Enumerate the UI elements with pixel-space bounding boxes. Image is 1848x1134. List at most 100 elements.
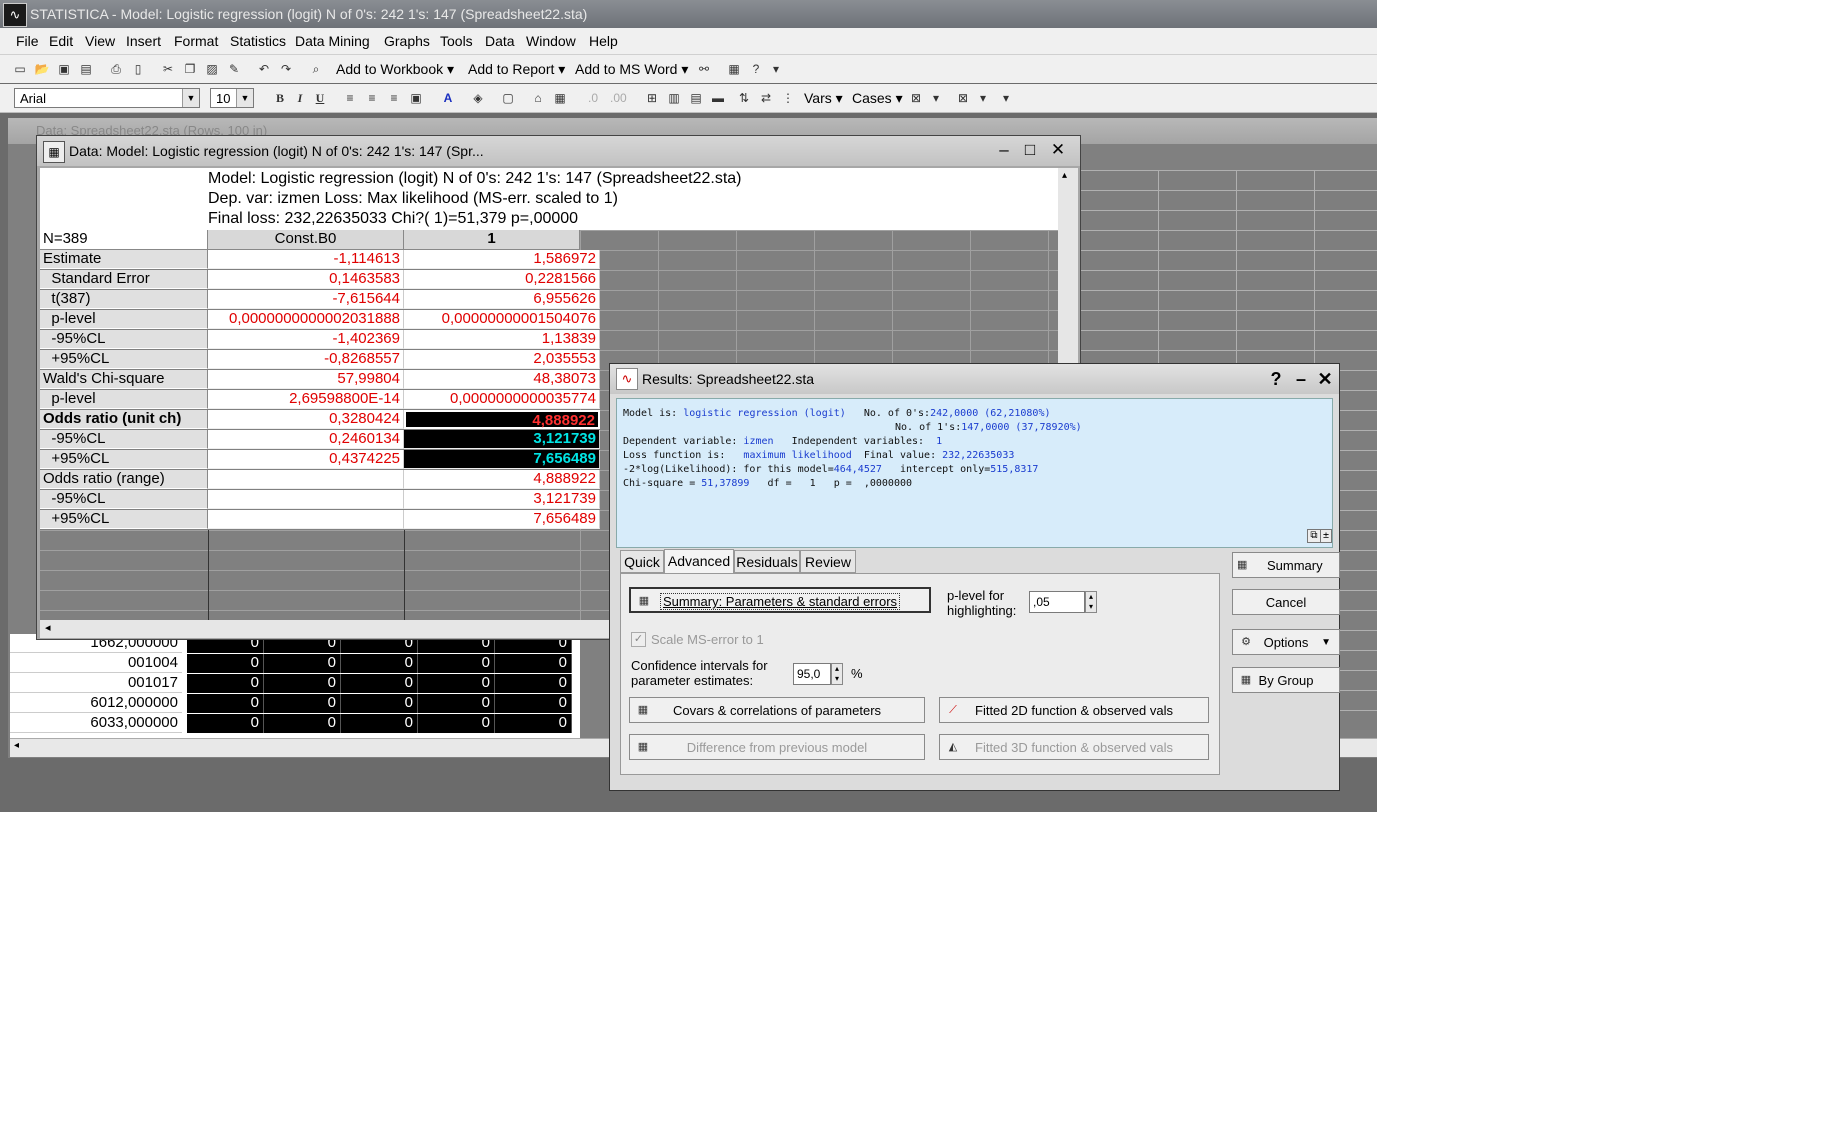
summary-parameters-button[interactable]: ▦ Summary: Parameters & standard errors bbox=[629, 587, 931, 613]
decimals2-icon[interactable]: .00 bbox=[610, 90, 627, 106]
cell[interactable]: 4,888922 bbox=[404, 470, 600, 489]
merge-icon[interactable]: ▣ bbox=[408, 90, 424, 106]
cell[interactable]: 0 bbox=[264, 714, 341, 733]
cell[interactable]: 0,3280424 bbox=[208, 410, 404, 429]
maximize-icon[interactable]: □ bbox=[1019, 140, 1041, 160]
cut-icon[interactable]: ✂ bbox=[160, 61, 176, 77]
align-right-icon[interactable]: ≡ bbox=[386, 90, 402, 106]
cell[interactable]: 0,0000000000002031888 bbox=[208, 310, 404, 329]
rows-icon[interactable]: ▤ bbox=[688, 90, 704, 106]
cell[interactable]: 0 bbox=[264, 674, 341, 693]
cell[interactable] bbox=[208, 510, 404, 529]
books-icon[interactable]: ▦ bbox=[726, 61, 742, 77]
cell[interactable]: 0 bbox=[341, 714, 418, 733]
cell[interactable]: 0 bbox=[187, 654, 264, 673]
tab-review[interactable]: Review bbox=[800, 550, 856, 573]
cell[interactable]: -0,8268557 bbox=[208, 350, 404, 369]
cell[interactable]: 0 bbox=[495, 654, 572, 673]
plevel-stepper[interactable]: ▴ ▾ bbox=[1085, 591, 1097, 613]
by-group-button[interactable]: ▦ By Group bbox=[1232, 667, 1340, 693]
cell[interactable]: 0 bbox=[341, 674, 418, 693]
cell[interactable]: -1,402369 bbox=[208, 330, 404, 349]
menu-file[interactable]: File bbox=[16, 33, 39, 49]
cell[interactable]: 0,00000000001504076 bbox=[404, 310, 600, 329]
fill-color-icon[interactable]: ◈ bbox=[470, 90, 486, 106]
options-button[interactable]: ⚙ Options ▼ bbox=[1232, 629, 1340, 655]
paste-icon[interactable]: ▨ bbox=[204, 61, 220, 77]
cell[interactable]: 57,99804 bbox=[208, 370, 404, 389]
print2-icon[interactable]: ▬ bbox=[710, 90, 726, 106]
new-icon[interactable]: ▭ bbox=[12, 61, 28, 77]
cell[interactable]: 2,035553 bbox=[404, 350, 600, 369]
minimize-icon[interactable]: – bbox=[993, 140, 1015, 160]
cell[interactable]: 0 bbox=[495, 714, 572, 733]
bold-button[interactable]: B bbox=[272, 90, 288, 106]
summary-button[interactable]: ▦ Summary bbox=[1232, 552, 1340, 578]
vars-menu[interactable]: Vars ▾ bbox=[804, 90, 843, 107]
tag-icon[interactable]: ⌂ bbox=[530, 90, 546, 106]
difference-previous-model-button[interactable]: ▦ Difference from previous model bbox=[629, 734, 925, 760]
menu-statistics[interactable]: Statistics bbox=[230, 33, 286, 49]
ci-input[interactable]: 95,0 bbox=[793, 663, 831, 685]
add-to-workbook-button[interactable]: Add to Workbook ▾ bbox=[336, 61, 454, 78]
cell[interactable]: -1,114613 bbox=[208, 250, 404, 269]
columns-icon[interactable]: ▥ bbox=[666, 90, 682, 106]
cell[interactable] bbox=[208, 470, 404, 489]
help-pointer-icon[interactable]: ? bbox=[748, 61, 764, 77]
covars-correlations-button[interactable]: ▦ Covars & correlations of parameters bbox=[629, 697, 925, 723]
subset-icon[interactable]: ⋮ bbox=[780, 90, 796, 106]
menu-view[interactable]: View bbox=[85, 33, 115, 49]
cases-menu[interactable]: Cases ▾ bbox=[852, 90, 903, 107]
cell[interactable]: -7,615644 bbox=[208, 290, 404, 309]
cell[interactable]: 0 bbox=[418, 694, 495, 713]
menu-insert[interactable]: Insert bbox=[126, 33, 161, 49]
cell[interactable]: 3,121739 bbox=[404, 430, 600, 449]
close-icon[interactable]: ✕ bbox=[1314, 368, 1336, 390]
chevron-down-icon[interactable]: ▼ bbox=[236, 89, 253, 107]
menu-edit[interactable]: Edit bbox=[49, 33, 73, 49]
scroll-left-icon[interactable]: ◂ bbox=[45, 621, 51, 634]
selection-icon[interactable]: ⊠ bbox=[908, 90, 924, 106]
cell[interactable]: 3,121739 bbox=[404, 490, 600, 509]
tab-quick[interactable]: Quick bbox=[620, 550, 664, 573]
minimize-icon[interactable]: – bbox=[1290, 368, 1312, 390]
cell[interactable]: 0 bbox=[418, 674, 495, 693]
menu-data-mining[interactable]: Data Mining bbox=[295, 33, 370, 49]
cell[interactable]: 0,1463583 bbox=[208, 270, 404, 289]
cell[interactable]: 0,0000000000035774 bbox=[404, 390, 600, 409]
add-to-msword-button[interactable]: Add to MS Word ▾ bbox=[575, 61, 688, 78]
cell[interactable]: 0 bbox=[418, 714, 495, 733]
cell[interactable]: 0,2460134 bbox=[208, 430, 404, 449]
pdf-icon[interactable]: ▤ bbox=[78, 61, 94, 77]
undo-icon[interactable]: ↶ bbox=[256, 61, 272, 77]
print-icon[interactable]: ⎙ bbox=[108, 61, 124, 77]
cell[interactable]: 0 bbox=[187, 694, 264, 713]
open-icon[interactable]: 📂 bbox=[34, 61, 50, 77]
insert-icon[interactable]: ⊞ bbox=[644, 90, 660, 106]
column-header-1[interactable]: 1 bbox=[404, 230, 580, 250]
copy-report-icon[interactable]: ⧉ bbox=[1307, 529, 1321, 543]
grid-icon[interactable]: ▦ bbox=[552, 90, 568, 106]
cancel-button[interactable]: Cancel bbox=[1232, 589, 1340, 615]
font-color-icon[interactable]: A bbox=[440, 90, 456, 106]
cell[interactable]: 0 bbox=[495, 674, 572, 693]
find-icon[interactable]: ⌕ bbox=[308, 61, 324, 77]
cell[interactable]: 1,586972 bbox=[404, 250, 600, 269]
decimals-icon[interactable]: .0 bbox=[585, 90, 601, 106]
menu-data[interactable]: Data bbox=[485, 33, 515, 49]
help-icon[interactable]: ? bbox=[1265, 368, 1287, 390]
font-size-combo[interactable]: 10 ▼ bbox=[210, 88, 254, 108]
fitted-3d-button[interactable]: ◭ Fitted 3D function & observed vals bbox=[939, 734, 1209, 760]
recode-icon[interactable]: ⇄ bbox=[758, 90, 774, 106]
cell[interactable]: 2,69598800E-14 bbox=[208, 390, 404, 409]
fitted-2d-button[interactable]: ⟋ Fitted 2D function & observed vals bbox=[939, 697, 1209, 723]
menu-tools[interactable]: Tools bbox=[440, 33, 473, 49]
tab-residuals[interactable]: Residuals bbox=[734, 550, 800, 573]
add-to-report-button[interactable]: Add to Report ▾ bbox=[468, 61, 565, 78]
column-header-const[interactable]: Const.B0 bbox=[208, 230, 404, 250]
menu-format[interactable]: Format bbox=[174, 33, 218, 49]
underline-button[interactable]: U bbox=[312, 90, 328, 106]
chevron-down-icon[interactable]: ▾ bbox=[975, 90, 991, 106]
menu-help[interactable]: Help bbox=[589, 33, 618, 49]
chevron-down-icon[interactable]: ▼ bbox=[182, 89, 199, 107]
